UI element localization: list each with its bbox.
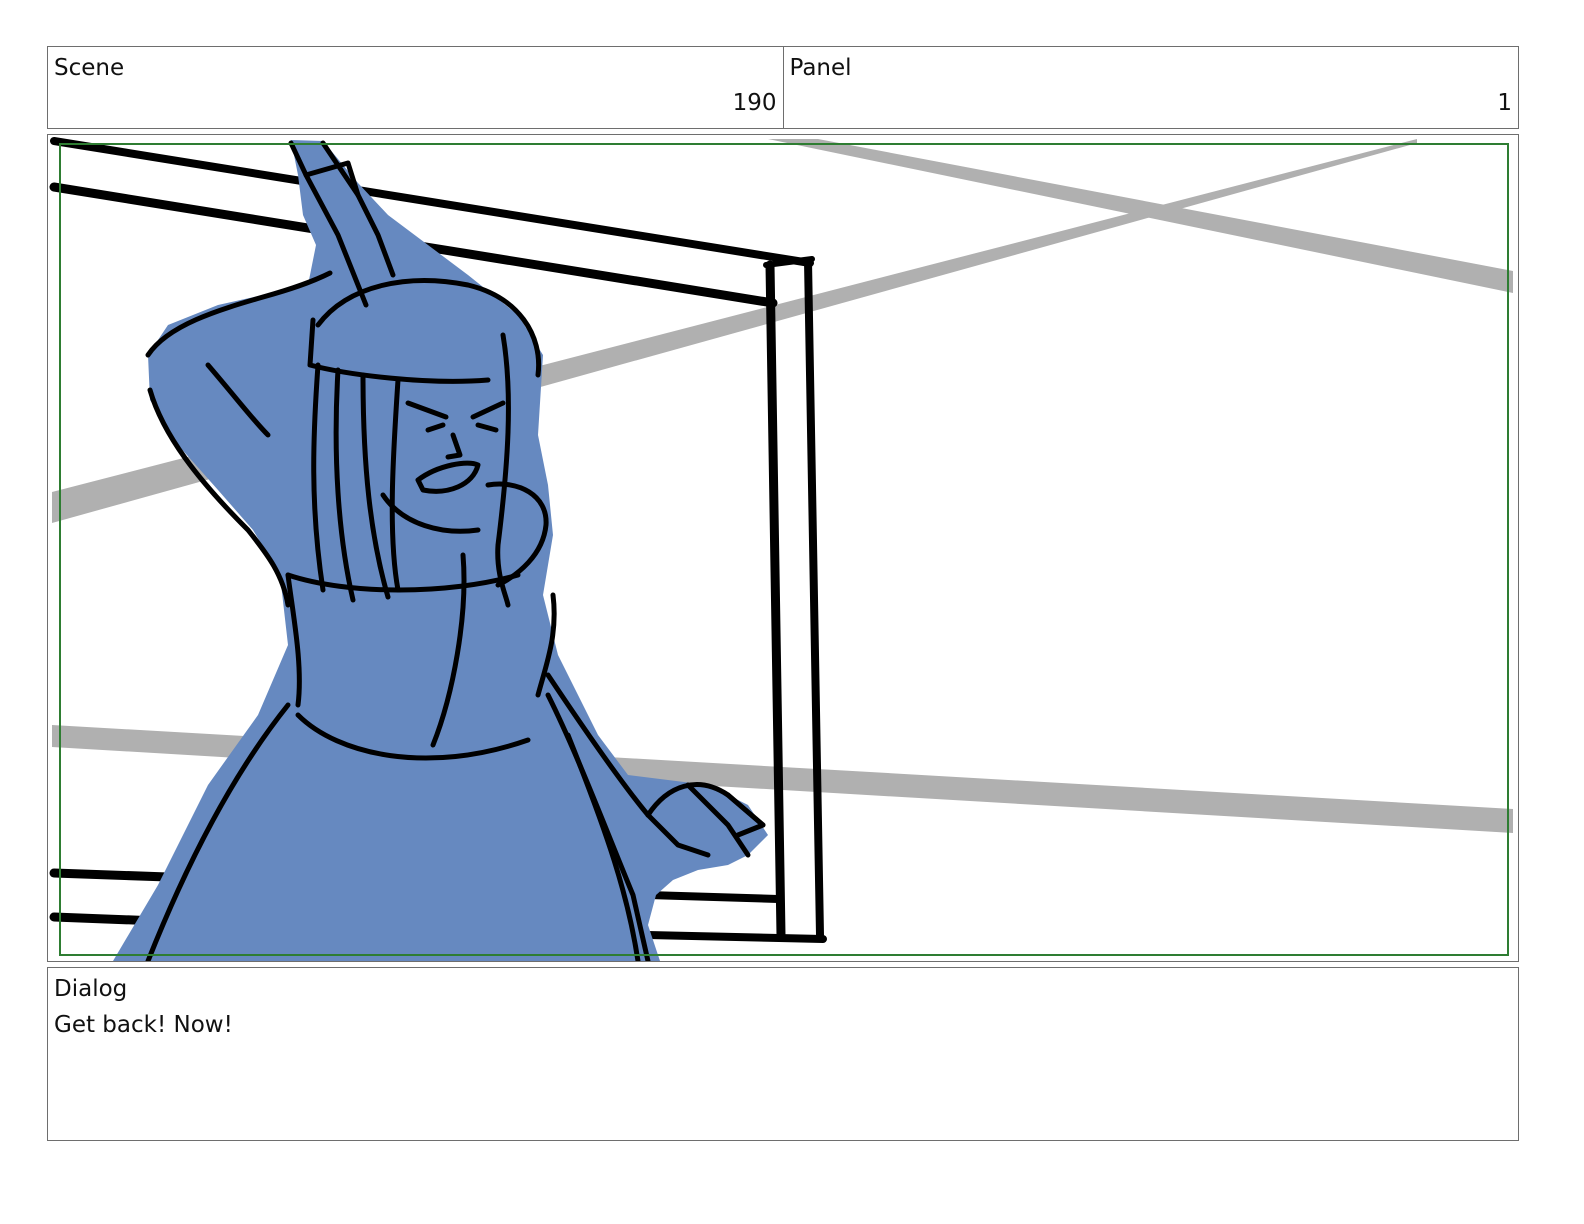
storyboard-panel-frame[interactable] xyxy=(47,134,1519,962)
scene-label: Scene xyxy=(54,55,125,81)
panel-cell: Panel 1 xyxy=(782,47,1519,128)
panel-number: 1 xyxy=(1497,90,1512,116)
character-figure xyxy=(113,140,768,961)
dialog-box: Dialog Get back! Now! xyxy=(47,967,1519,1141)
scene-cell: Scene 190 xyxy=(48,47,783,128)
scene-panel-header: Scene 190 Panel 1 xyxy=(47,46,1519,129)
dialog-text[interactable]: Get back! Now! xyxy=(54,1012,233,1038)
panel-label: Panel xyxy=(789,55,852,81)
panel-drawing xyxy=(49,137,1513,961)
dialog-label: Dialog xyxy=(54,976,128,1002)
scene-number: 190 xyxy=(732,90,777,116)
